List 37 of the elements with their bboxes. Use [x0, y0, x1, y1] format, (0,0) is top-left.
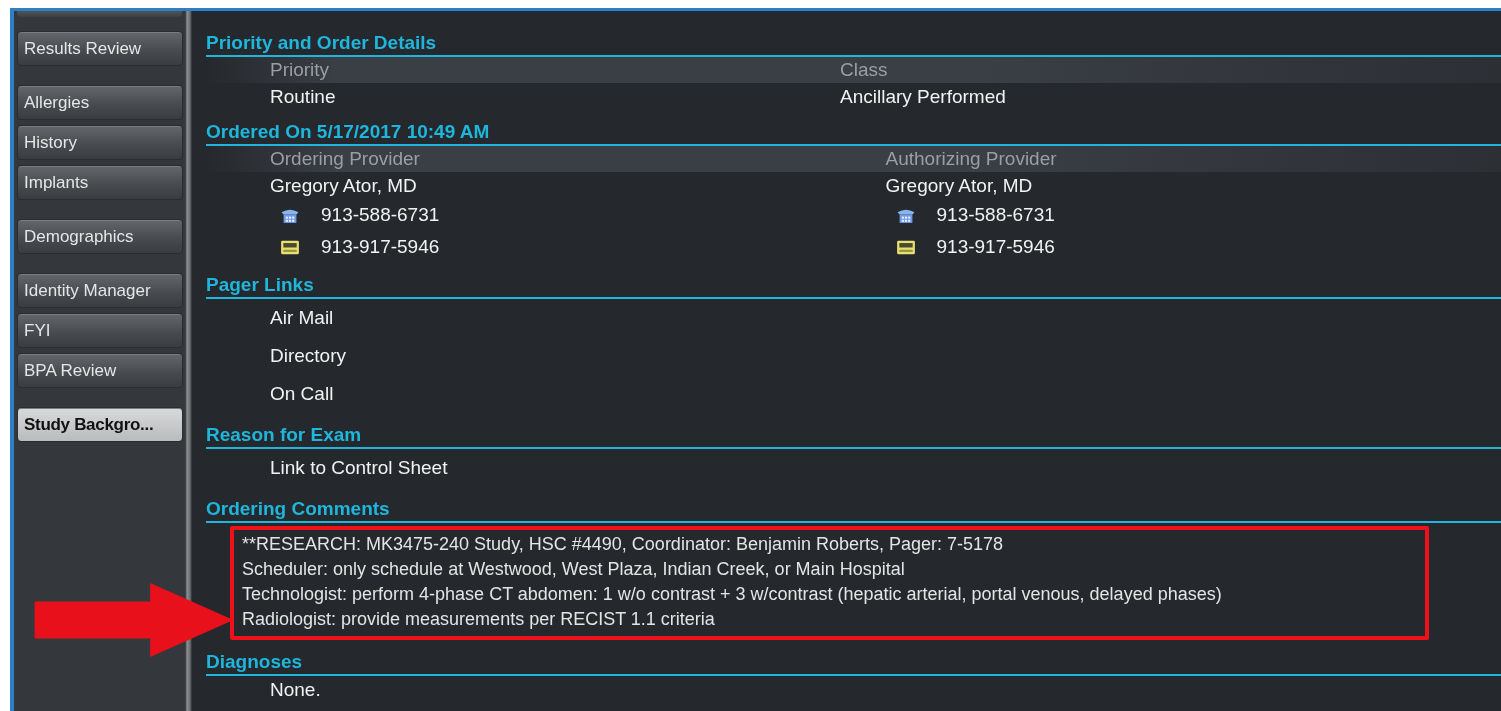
sidebar-item[interactable]: BPA Review: [17, 353, 183, 388]
field-label: Class: [840, 59, 889, 81]
section-header: Ordering Comments: [206, 497, 1501, 523]
pager-number: 913-917-5946: [936, 236, 1055, 258]
splitter-bar[interactable]: [185, 11, 192, 711]
field-label: Ordering Provider: [270, 148, 421, 170]
link[interactable]: Link to Control Sheet: [270, 457, 448, 479]
section-header: Diagnoses: [206, 650, 1501, 676]
provider-name: Gregory Ator, MD: [270, 174, 418, 197]
comment-line: Radiologist: provide measurements per RECIST 1.1 criteria: [242, 608, 716, 631]
field-value: Ancillary Performed: [840, 85, 1007, 108]
sidebar-item[interactable]: Identity Manager: [17, 273, 183, 308]
field-label: Priority: [270, 59, 331, 81]
field-label: Authorizing Provider: [885, 148, 1058, 170]
comment-line: **RESEARCH: MK3475-240 Study, HSC #4490, Coordinator: Benjamin Roberts, Pager: 7-5178: [242, 533, 1005, 556]
pager-number: 913-917-5946: [321, 236, 440, 258]
sidebar-item[interactable]: Allergies: [17, 85, 183, 120]
link[interactable]: On Call: [270, 383, 334, 405]
pager-icon: [280, 238, 300, 256]
sidebar-item[interactable]: Study Backgro...: [17, 407, 183, 442]
comment-line: Scheduler: only schedule at Westwood, West Plaza, Indian Creek, or Main Hospital: [242, 558, 906, 581]
sidebar-item[interactable]: Results Review: [17, 31, 183, 66]
diagnosis-text: None.: [270, 678, 321, 701]
phone-number: 913-588-6731: [321, 204, 440, 226]
section-header: Reason for Exam: [206, 423, 1501, 449]
sidebar-item[interactable]: History: [17, 125, 183, 160]
sidebar-item[interactable]: Implants: [17, 165, 183, 200]
link[interactable]: Directory: [270, 345, 346, 367]
phone-number: 913-588-6731: [936, 204, 1055, 226]
pager-icon: [895, 238, 916, 256]
sidebar-item[interactable]: FYI: [17, 313, 183, 348]
section-header: Pager Links: [206, 273, 1501, 299]
field-value: Routine: [270, 85, 337, 108]
link[interactable]: Air Mail: [270, 307, 334, 329]
sidebar-item[interactable]: Demographics: [17, 219, 183, 254]
provider-name: Gregory Ator, MD: [885, 174, 1034, 197]
comment-line: Technologist: perform 4-phase CT abdomen: 1 w/o contrast + 3 w/contrast (hepatic arterial, portal venous, delayed phases): [242, 583, 1223, 606]
